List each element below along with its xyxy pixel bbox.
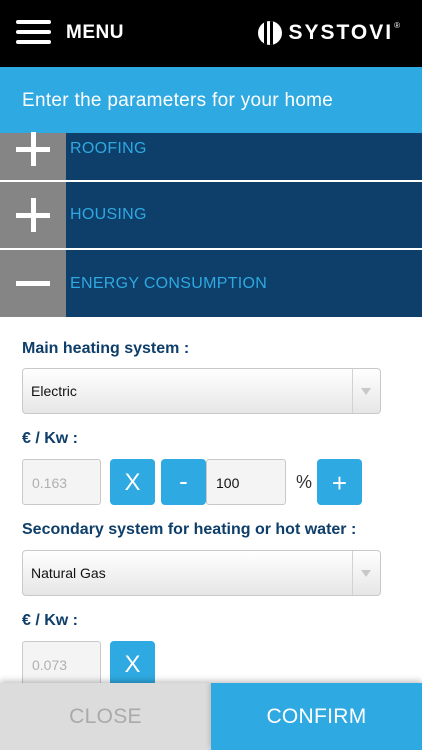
percent-field[interactable]: 100 [206,459,286,505]
clear-secondary-price-button[interactable]: X [110,641,155,687]
percent-symbol: % [296,472,313,492]
secondary-system-label: Secondary system for heating or hot wate… [22,521,357,538]
section-roofing[interactable]: ROOFING [0,131,422,180]
hamburger-menu-icon[interactable] [16,20,51,48]
dropdown-arrow-icon [361,570,371,577]
increase-percent-button[interactable]: + [317,459,362,505]
main-heating-value: Electric [31,383,77,399]
main-price-label: € / Kw : [22,430,79,447]
systovi-logo: SYSTOVI ® [258,21,400,45]
confirm-button[interactable]: CONFIRM [211,683,422,750]
main-heating-label: Main heating system : [22,340,190,357]
brand-name: SYSTOVI [288,21,394,44]
section-label-roofing: ROOFING [70,139,147,157]
expand-plus-icon[interactable] [0,182,66,248]
secondary-price-label: € / Kw : [22,612,79,629]
top-bar: MENU SYSTOVI ® [0,0,422,67]
expand-plus-icon[interactable] [0,131,66,180]
main-price-field[interactable]: 0.163 [22,459,101,505]
page-subtitle: Enter the parameters for your home [0,67,422,133]
section-label-energy: ENERGY CONSUMPTION [70,274,268,292]
clear-main-price-button[interactable]: X [110,459,155,505]
secondary-system-value: Natural Gas [31,565,106,581]
close-button[interactable]: CLOSE [0,683,211,750]
decrease-percent-button[interactable]: - [161,459,206,505]
main-heating-select[interactable]: Electric [22,368,381,414]
systovi-logo-icon [258,21,283,45]
collapse-minus-icon[interactable] [0,250,66,317]
menu-label[interactable]: MENU [66,22,124,44]
section-energy-consumption[interactable]: ENERGY CONSUMPTION [0,250,422,317]
secondary-system-select[interactable]: Natural Gas [22,550,381,596]
secondary-price-field[interactable]: 0.073 [22,641,101,687]
section-housing[interactable]: HOUSING [0,182,422,248]
section-label-housing: HOUSING [70,206,147,223]
dropdown-arrow-icon [361,388,371,395]
registered-mark: ® [394,21,400,30]
